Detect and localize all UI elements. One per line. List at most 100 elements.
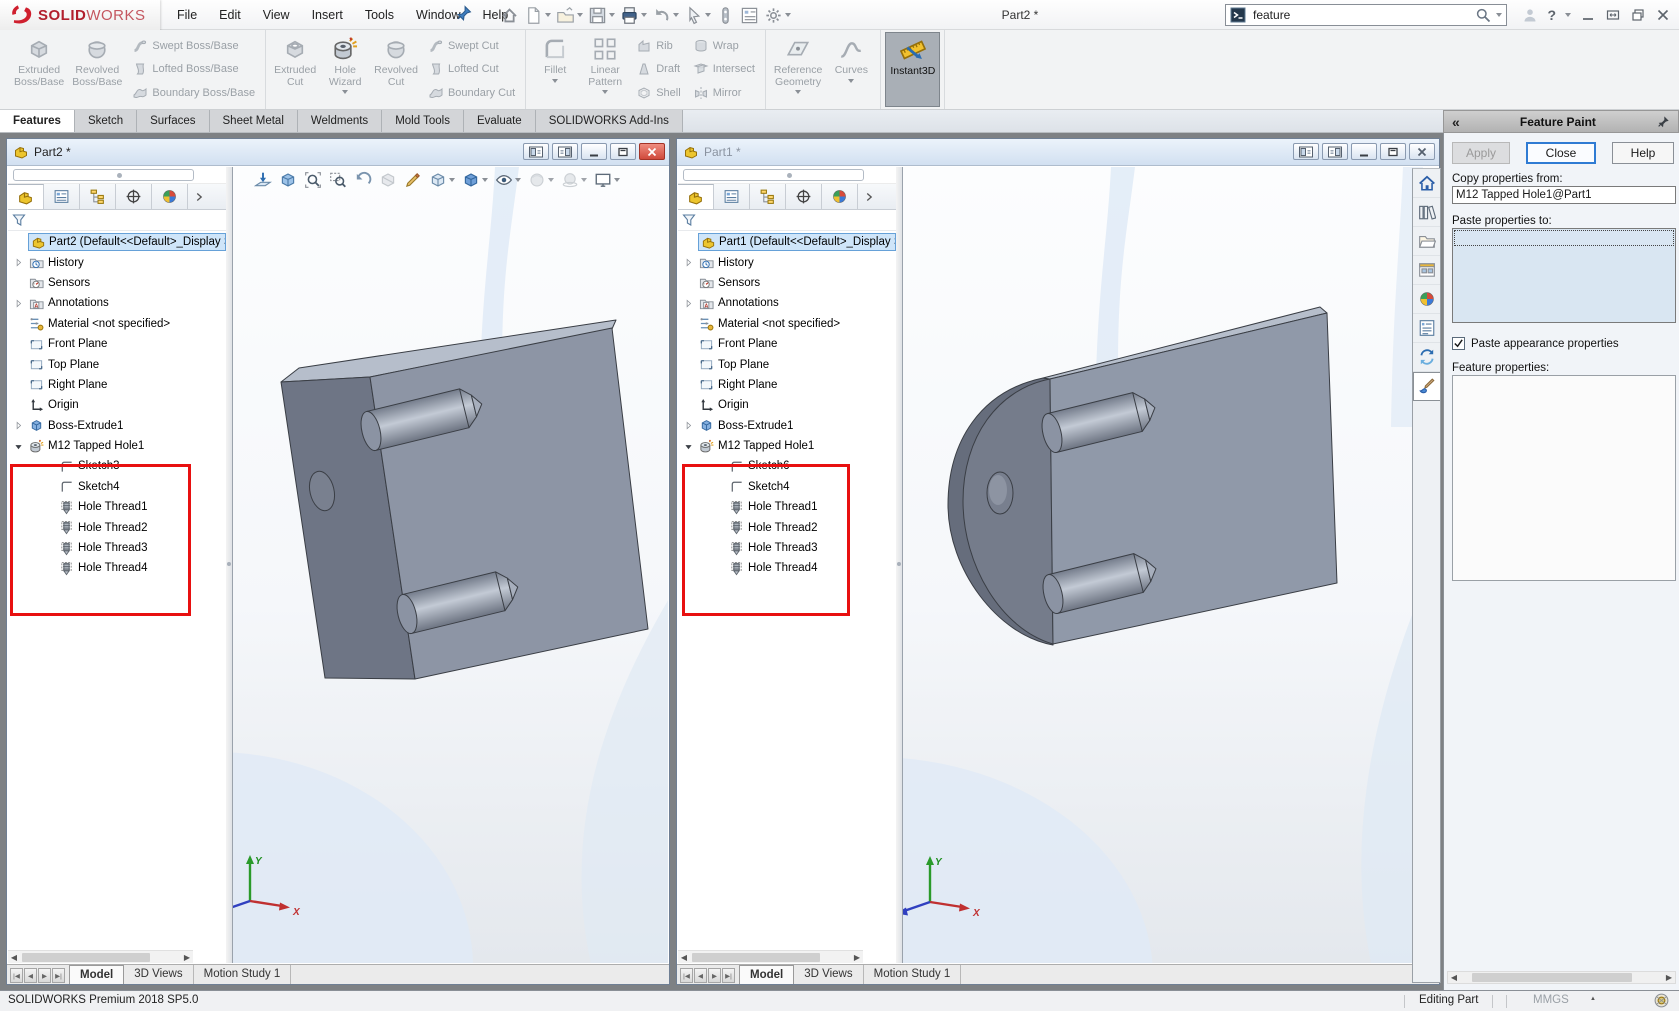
filter-icon[interactable] xyxy=(11,212,27,228)
apply-button[interactable]: Apply xyxy=(1452,142,1510,164)
tree-expanded-arrow-icon[interactable] xyxy=(682,441,695,452)
selection-capsule-button[interactable] xyxy=(714,3,737,27)
propertymanager-tab-tab[interactable] xyxy=(714,184,750,209)
zoom-area-button[interactable] xyxy=(328,170,348,190)
feature-paint-tab[interactable] xyxy=(1413,372,1440,401)
scroll-left-icon[interactable]: ◀ xyxy=(678,951,690,964)
print-caret-icon[interactable] xyxy=(641,13,647,17)
tree-item-hole-thread4[interactable]: Hole Thread4 xyxy=(678,558,896,578)
ribbon-button-mirror[interactable]: Mirror xyxy=(693,83,755,103)
ribbon-button-instant3d[interactable]: Instant3D xyxy=(885,32,940,107)
displaymanager-tab-tab[interactable] xyxy=(152,184,188,209)
featuremanager-tab-tab[interactable] xyxy=(8,184,44,209)
dropdown-caret-icon[interactable] xyxy=(614,178,620,182)
panel-pin-icon[interactable] xyxy=(1656,115,1670,129)
window-close-button[interactable] xyxy=(639,143,665,160)
ribbon-button-revolved-cut[interactable]: Revolved Cut xyxy=(370,32,422,107)
part1-viewport[interactable]: Y X Z xyxy=(903,167,1438,963)
display-style-button[interactable] xyxy=(428,170,456,190)
menu-item-edit[interactable]: Edit xyxy=(208,0,252,30)
ribbon-button-revolved-bossbase[interactable]: Revolved Boss/Base xyxy=(68,32,126,107)
hide-show-items-button[interactable] xyxy=(494,170,522,190)
new-document-caret-icon[interactable] xyxy=(545,13,551,17)
tree-item-boss-extrude1[interactable]: Boss-Extrude1 xyxy=(678,416,896,436)
resize-icon[interactable] xyxy=(1605,7,1621,23)
pin-menu-icon[interactable] xyxy=(455,5,472,22)
tab-solidworks-add-ins[interactable]: SOLIDWORKS Add-Ins xyxy=(536,110,683,132)
dimxpert-tab-tab[interactable] xyxy=(116,184,152,209)
tree-item-right-plane[interactable]: Right Plane xyxy=(8,375,226,395)
tree-item-sketch4[interactable]: Sketch4 xyxy=(8,477,226,497)
scroll-right-icon[interactable]: ▶ xyxy=(181,951,193,964)
window-split-left-button[interactable] xyxy=(1293,143,1319,160)
part2-3d-model[interactable] xyxy=(233,167,668,952)
view-cube-button[interactable] xyxy=(278,170,298,190)
view-orientation-button[interactable] xyxy=(461,170,489,190)
status-stamp-icon[interactable] xyxy=(1653,992,1670,1009)
open-document-button[interactable] xyxy=(554,3,585,27)
doc-nav-next-icon[interactable]: ▶ xyxy=(38,968,51,983)
window-minimize-button[interactable] xyxy=(1351,143,1377,160)
close-icon[interactable] xyxy=(1655,7,1671,23)
part2-viewport[interactable]: Y X Z xyxy=(233,167,668,963)
minimize-icon[interactable] xyxy=(1580,7,1596,23)
dimxpert-tab-tab[interactable] xyxy=(786,184,822,209)
window-split-right-button[interactable] xyxy=(552,143,578,160)
tree-horizontal-scrollbar[interactable]: ◀ ▶ xyxy=(678,950,863,963)
doc-tab-3d-views[interactable]: 3D Views xyxy=(794,965,863,984)
ribbon-button-extruded-bossbase[interactable]: Extruded Boss/Base xyxy=(10,32,68,107)
ribbon-button-loftedbossbase[interactable]: Lofted Boss/Base xyxy=(132,59,255,79)
doc-nav-last-icon[interactable]: ▶| xyxy=(722,968,735,983)
feature-properties-box[interactable] xyxy=(1452,375,1676,581)
ribbon-button-loftedcut[interactable]: Lofted Cut xyxy=(428,59,515,79)
ribbon-button-shell[interactable]: Shell xyxy=(636,83,680,103)
dropdown-caret-icon[interactable] xyxy=(581,178,587,182)
search-input[interactable] xyxy=(1251,7,1470,23)
tree-item-front-plane[interactable]: Front Plane xyxy=(678,334,896,354)
window-split-right-button[interactable] xyxy=(1322,143,1348,160)
user-login-icon[interactable] xyxy=(1522,7,1538,23)
displaymanager-tab-tab[interactable] xyxy=(822,184,858,209)
menu-item-file[interactable]: File xyxy=(166,0,208,30)
dropdown-caret-icon[interactable] xyxy=(548,178,554,182)
ribbon-button-sweptbossbase[interactable]: Swept Boss/Base xyxy=(132,36,255,56)
dropdown-caret-icon[interactable] xyxy=(795,90,801,94)
annotations-visibility-button[interactable] xyxy=(403,170,423,190)
part1-3d-model[interactable] xyxy=(903,167,1438,952)
save-button[interactable] xyxy=(586,3,617,27)
cascade-icon[interactable] xyxy=(1630,7,1646,23)
scroll-thumb[interactable] xyxy=(692,953,820,962)
units-selector[interactable]: MMGS xyxy=(1533,994,1569,1006)
tree-item-hole-thread3[interactable]: Hole Thread3 xyxy=(8,538,226,558)
doc-tab-model[interactable]: Model xyxy=(69,965,124,984)
dropdown-caret-icon[interactable] xyxy=(848,79,854,83)
options-gear-caret-icon[interactable] xyxy=(785,13,791,17)
doc-nav-prev-icon[interactable]: ◀ xyxy=(24,968,37,983)
tree-item-annotations[interactable]: AAnnotations xyxy=(8,293,226,313)
tree-item-hole-thread1[interactable]: Hole Thread1 xyxy=(8,497,226,517)
tree-item-m12-tapped-hole1[interactable]: M12 Tapped Hole1 xyxy=(678,436,896,456)
select-cursor-caret-icon[interactable] xyxy=(705,13,711,17)
doc-nav-last-icon[interactable]: ▶| xyxy=(52,968,65,983)
configurationmanager-tab-tab[interactable] xyxy=(80,184,116,209)
featuremanager-tab-tab[interactable] xyxy=(678,184,714,209)
tree-collapsed-arrow-icon[interactable] xyxy=(682,257,695,268)
panel-splitter-handle[interactable] xyxy=(117,173,122,178)
ribbon-button-boundarybossbase[interactable]: Boundary Boss/Base xyxy=(132,83,255,103)
doc-nav-prev-icon[interactable]: ◀ xyxy=(694,968,707,983)
doc-nav-first-icon[interactable]: |◀ xyxy=(10,968,23,983)
tree-item-history[interactable]: History xyxy=(678,252,896,272)
tree-item-hole-thread2[interactable]: Hole Thread2 xyxy=(678,517,896,537)
panel-horizontal-scrollbar[interactable]: ◀ ▶ xyxy=(1447,971,1676,984)
window-split-left-button[interactable] xyxy=(523,143,549,160)
tree-item-sensors[interactable]: Sensors xyxy=(8,273,226,293)
dropdown-caret-icon[interactable] xyxy=(482,178,488,182)
tree-item-top-plane[interactable]: Top Plane xyxy=(8,354,226,374)
scroll-right-icon[interactable]: ▶ xyxy=(851,951,863,964)
featuremanager-expand-chevron[interactable] xyxy=(858,190,880,204)
copy-properties-field[interactable]: M12 Tapped Hole1@Part1 xyxy=(1452,186,1676,204)
tree-item-annotations[interactable]: AAnnotations xyxy=(678,293,896,313)
taskpane-home-tab[interactable] xyxy=(1413,169,1440,198)
tree-root-row[interactable]: Part1 (Default<<Default>_Display Sta xyxy=(678,232,896,252)
tree-item-material-not-specified-[interactable]: Material <not specified> xyxy=(8,314,226,334)
